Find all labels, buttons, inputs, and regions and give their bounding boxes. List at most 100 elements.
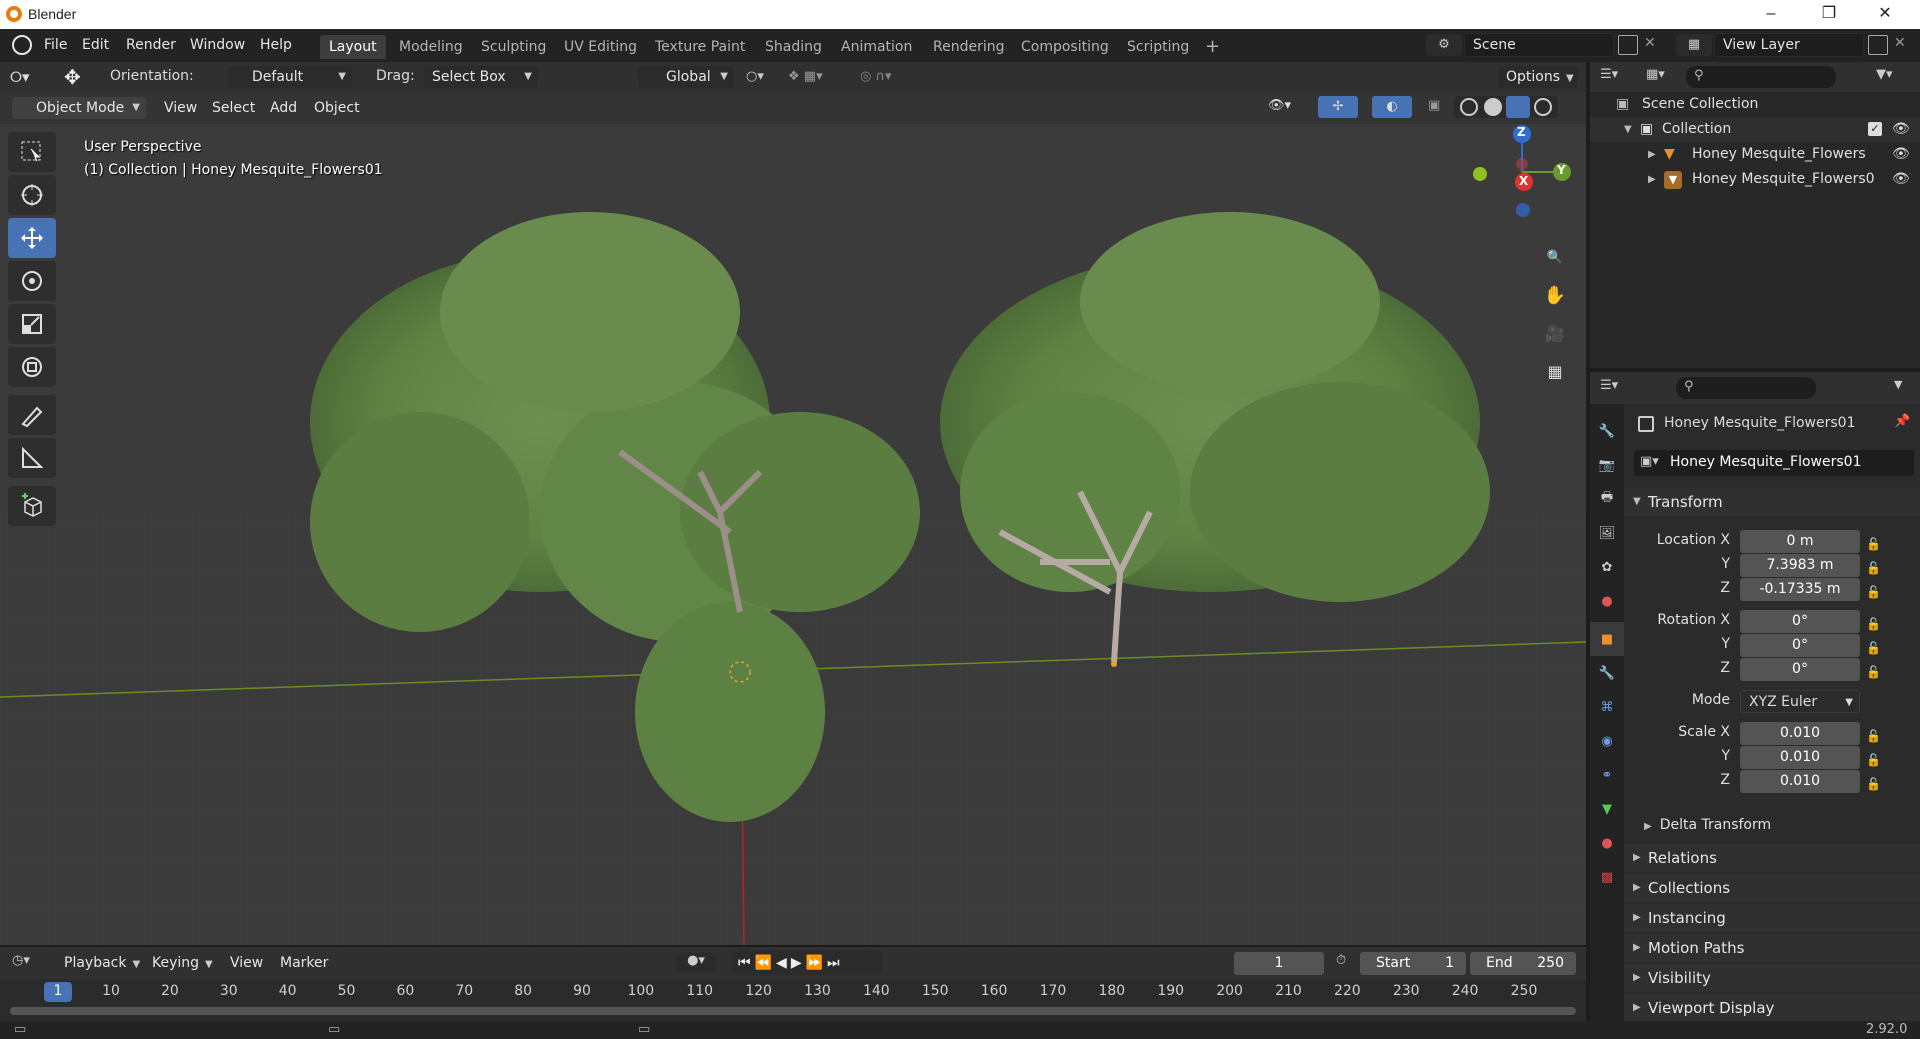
timeline-menu-playback[interactable]: Playback ▼ — [58, 953, 146, 973]
modifier-tab-icon[interactable]: 🔧 — [1590, 656, 1624, 690]
tab-scripting[interactable]: Scripting — [1118, 35, 1198, 59]
camera-view-icon[interactable]: 🎥 — [1538, 316, 1572, 350]
3d-viewport[interactable]: User Perspective (1) Collection | Honey … — [0, 92, 1586, 945]
lock-icon[interactable]: 🔓 — [1866, 532, 1881, 556]
outliner-search-input[interactable]: ⚲ — [1686, 66, 1836, 88]
object-browse-icon[interactable]: ▣▾ — [1640, 454, 1659, 469]
grid-view-icon[interactable]: ▦ — [1538, 354, 1572, 388]
zoom-icon[interactable]: 🔍 — [1538, 240, 1572, 274]
tab-sculpting[interactable]: Sculpting — [472, 35, 555, 59]
lock-icon[interactable]: 🔓 — [1866, 612, 1881, 636]
tab-animation[interactable]: Animation — [832, 35, 921, 59]
tab-layout[interactable]: Layout — [320, 35, 386, 59]
world-tab-icon[interactable]: ● — [1590, 584, 1624, 618]
options-dropdown[interactable]: Options ▼ — [1498, 66, 1578, 88]
tool-cursor-icon[interactable]: ⭘▾ — [10, 66, 48, 88]
lock-icon[interactable]: 🔓 — [1866, 556, 1881, 580]
pivot-point-icon[interactable]: ○▾ — [746, 66, 782, 88]
material-tab-icon[interactable]: ● — [1590, 826, 1624, 860]
measure-tool[interactable] — [8, 438, 56, 478]
transform-tool[interactable] — [8, 347, 56, 387]
lock-icon[interactable]: 🔓 — [1866, 748, 1881, 772]
motion-paths-panel-header[interactable]: ▶ Motion Paths — [1624, 934, 1920, 962]
menu-edit[interactable]: Edit — [76, 35, 115, 55]
relations-panel-header[interactable]: ▶ Relations — [1624, 844, 1920, 872]
material-preview-icon[interactable] — [1506, 96, 1530, 118]
timeline-menu-marker[interactable]: Marker — [274, 953, 334, 973]
lock-icon[interactable]: 🔓 — [1866, 724, 1881, 748]
collections-panel-header[interactable]: ▶ Collections — [1624, 874, 1920, 902]
timeline-menu-view[interactable]: View — [224, 953, 269, 973]
eye-icon[interactable]: 👁 — [1892, 167, 1910, 192]
play-icon[interactable]: ▶ — [791, 955, 806, 971]
vp-menu-add[interactable]: Add — [264, 98, 303, 118]
rotation-z-field[interactable]: 0° — [1740, 658, 1860, 681]
vp-menu-select[interactable]: Select — [206, 98, 261, 118]
prev-keyframe-icon[interactable]: ⏪ — [755, 955, 776, 971]
visibility-panel-header[interactable]: ▶ Visibility — [1624, 964, 1920, 992]
view-layer-field[interactable]: View Layer — [1714, 33, 1864, 57]
timeline-scrollbar[interactable] — [10, 1007, 1576, 1015]
solid-shading-icon[interactable] — [1484, 98, 1502, 116]
lock-icon[interactable]: 🔓 — [1866, 580, 1881, 604]
outliner-row[interactable]: ▣ Scene Collection — [1590, 92, 1920, 117]
rendered-shading-icon[interactable] — [1534, 98, 1552, 116]
wireframe-shading-icon[interactable] — [1460, 98, 1478, 116]
end-frame-field[interactable]: End 250 — [1470, 952, 1576, 975]
data-tab-icon[interactable]: ▼ — [1590, 792, 1624, 826]
delete-view-layer-icon[interactable]: ✕ — [1894, 35, 1906, 51]
move-tool[interactable] — [8, 218, 56, 258]
expand-arrow-icon[interactable]: ▼ — [1624, 117, 1632, 142]
lock-icon[interactable]: 🔓 — [1866, 636, 1881, 660]
snap-icon[interactable]: ❖ ▦▾ — [788, 66, 844, 88]
stopwatch-icon[interactable]: ⏱ — [1336, 953, 1346, 968]
proportional-edit-icon[interactable]: ◎ ∩▾ — [860, 66, 920, 88]
scene-browse-icon[interactable]: ⚙ — [1426, 34, 1462, 56]
location-z-field[interactable]: -0.17335 m — [1740, 578, 1860, 601]
jump-end-icon[interactable]: ⏭ — [827, 955, 844, 971]
expand-arrow-icon[interactable]: ▶ — [1648, 167, 1656, 192]
particles-tab-icon[interactable]: ⌘ — [1590, 690, 1624, 724]
add-cube-tool[interactable] — [8, 486, 56, 526]
vp-menu-view[interactable]: View — [158, 98, 203, 118]
pan-hand-icon[interactable]: ✋ — [1538, 278, 1572, 312]
scale-x-field[interactable]: 0.010 — [1740, 722, 1860, 745]
viewport-display-panel-header[interactable]: ▶ Viewport Display — [1624, 994, 1920, 1022]
location-x-field[interactable]: 0 m — [1740, 530, 1860, 553]
annotate-tool[interactable] — [8, 395, 56, 435]
next-keyframe-icon[interactable]: ⏩ — [806, 955, 827, 971]
filter-icon[interactable]: ▼▾ — [1876, 67, 1893, 82]
editor-type-icon[interactable]: ◷▾ — [12, 953, 30, 968]
xray-icon[interactable]: ▣ — [1428, 98, 1440, 113]
editor-type-icon[interactable]: ☰▾ — [1600, 378, 1618, 393]
outliner-row[interactable]: ▼ ▣ Collection ✓ 👁 — [1590, 117, 1920, 142]
pin-icon[interactable]: 📌 — [1894, 414, 1910, 429]
instancing-panel-header[interactable]: ▶ Instancing — [1624, 904, 1920, 932]
minimize-icon[interactable]: – — [1748, 2, 1794, 26]
jump-start-icon[interactable]: ⏮ — [738, 955, 755, 971]
play-reverse-icon[interactable]: ◀ — [776, 955, 791, 971]
object-name-field[interactable]: Honey Mesquite_Flowers01 — [1670, 454, 1862, 470]
cursor-tool[interactable] — [8, 175, 56, 215]
rotation-x-field[interactable]: 0° — [1740, 610, 1860, 633]
scale-y-field[interactable]: 0.010 — [1740, 746, 1860, 769]
close-icon[interactable]: ✕ — [1862, 2, 1908, 26]
new-scene-icon[interactable] — [1618, 35, 1638, 55]
add-workspace-icon[interactable]: + — [1196, 35, 1229, 59]
navigation-gizmo[interactable]: Z Y X — [1460, 112, 1580, 232]
editor-type-icon[interactable]: ☰▾ — [1600, 67, 1618, 82]
tab-uv-editing[interactable]: UV Editing — [555, 35, 646, 59]
view-layer-tab-icon[interactable]: 🖼 — [1590, 516, 1624, 550]
overlay-toggle-icon[interactable]: ◐ — [1372, 96, 1412, 118]
chevron-down-icon[interactable]: ▼ — [1894, 378, 1902, 391]
scene-name-field[interactable]: Scene — [1464, 33, 1614, 57]
tab-texture-paint[interactable]: Texture Paint — [646, 35, 754, 59]
current-frame-field[interactable]: 1 — [1234, 952, 1324, 975]
new-view-layer-icon[interactable] — [1868, 35, 1888, 55]
mode-dropdown[interactable]: Object Mode ▼ — [12, 97, 146, 119]
outliner-row[interactable]: ▶ ▼ Honey Mesquite_Flowers 👁 — [1590, 142, 1920, 167]
tab-rendering[interactable]: Rendering — [924, 35, 1014, 59]
delta-transform-header[interactable]: ▶ Delta Transform — [1644, 814, 1771, 836]
playback-controls[interactable]: ⏮⏪◀▶⏩⏭ — [732, 951, 882, 975]
timeline[interactable]: 1 10 20 30 40 50 60 70 80 90 100 110 120 130 140 150 160… — [0, 979, 1586, 1021]
